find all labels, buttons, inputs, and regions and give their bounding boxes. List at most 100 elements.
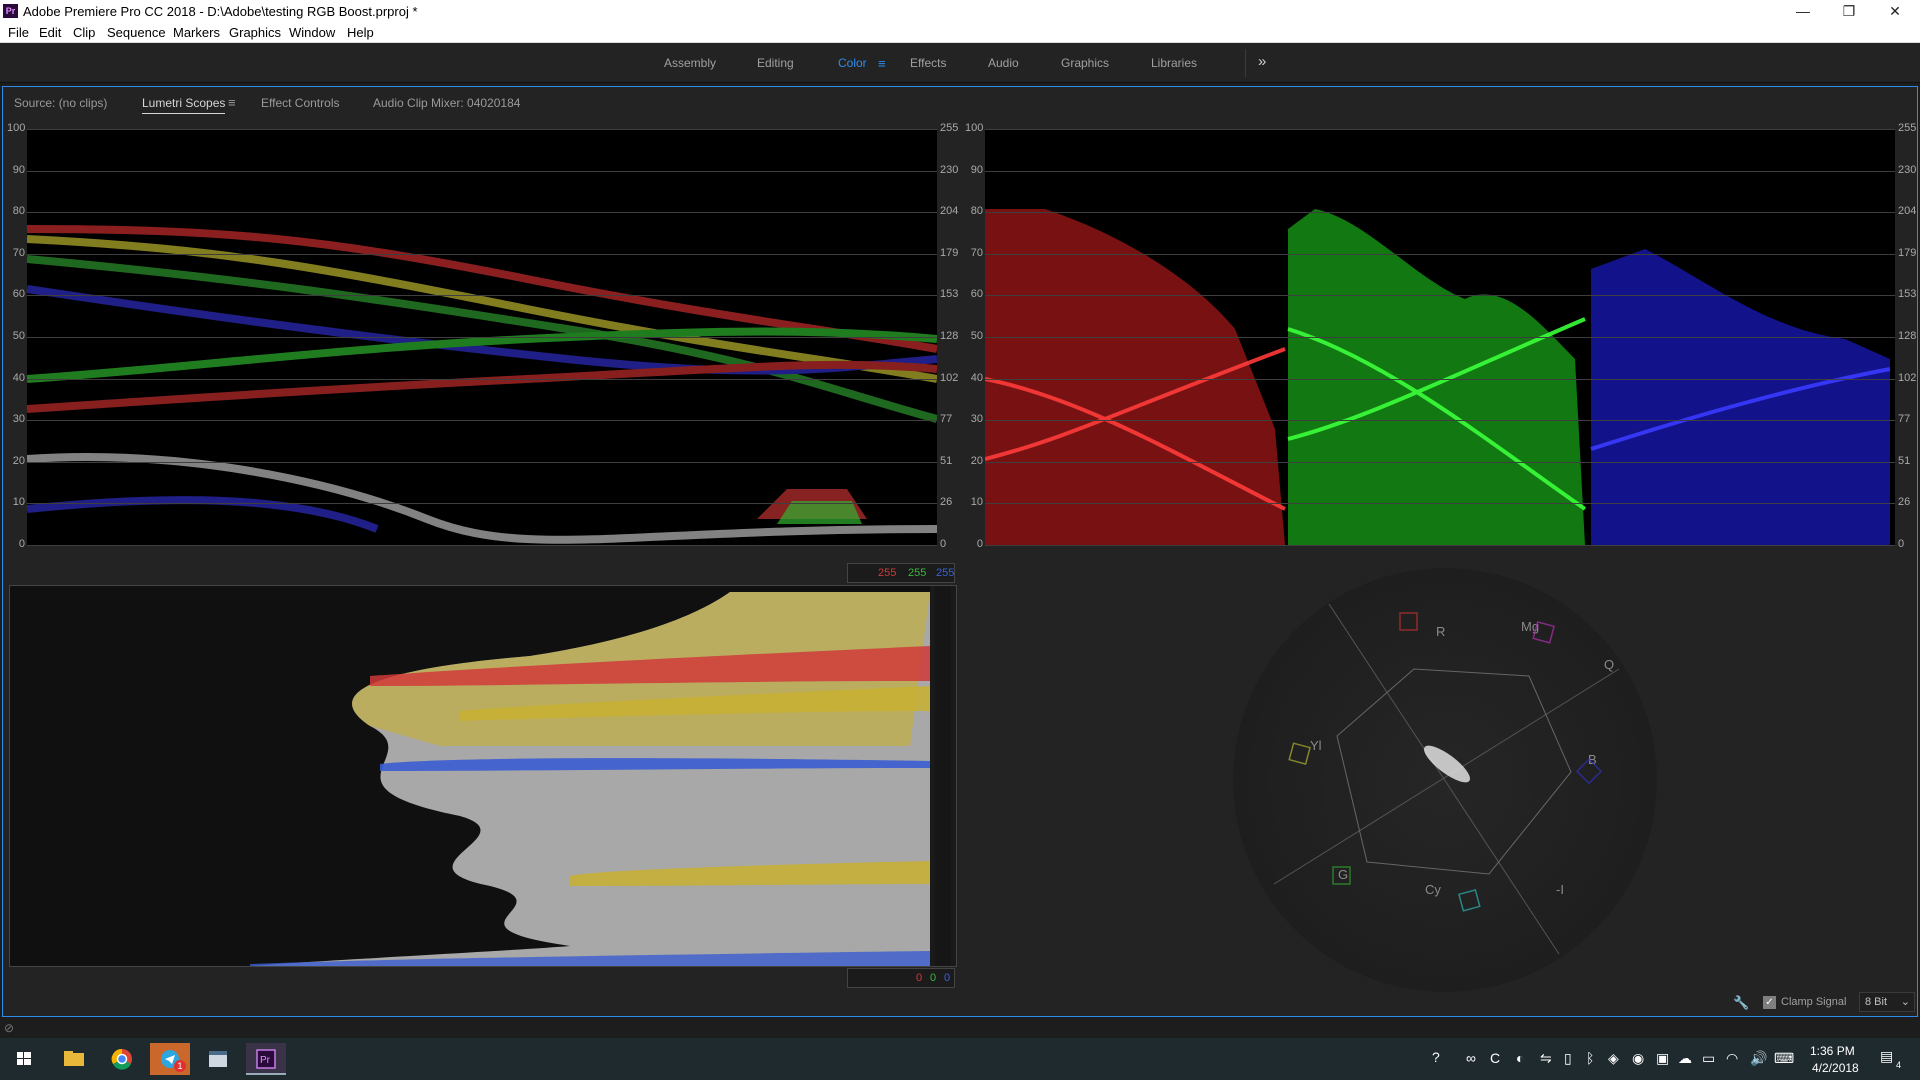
workspace-libraries[interactable]: Libraries	[1151, 56, 1197, 70]
waveform-byte-label: 0	[940, 538, 947, 550]
tab-menu-icon[interactable]: ≡	[228, 95, 236, 110]
waveform-byte-label: 102	[940, 371, 959, 384]
windows-taskbar: 1 Pr ? ∞ C ◐ ⇋ ▯ ᛒ ◈ ◉ ▣ ☁ ▭ ◠ 🔊 ⌨ 1:36 …	[0, 1038, 1920, 1080]
parade-byte-label: 230	[1898, 163, 1917, 176]
histogram-top-green: 255	[908, 567, 927, 579]
menu-bar: File Edit Clip Sequence Markers Graphics…	[0, 22, 1920, 43]
menu-graphics[interactable]: Graphics	[229, 25, 281, 40]
panel-tab-bar: Source: (no clips) Lumetri Scopes ≡ Effe…	[3, 87, 1917, 116]
wifi-icon[interactable]: ◠	[1726, 1050, 1738, 1067]
histogram-bars	[250, 592, 930, 966]
waveform-byte-label: 128	[940, 330, 959, 342]
histogram-bottom-green: 0	[930, 972, 937, 984]
workspace-color[interactable]: Color	[838, 56, 867, 70]
bit-depth-value: 8 Bit	[1865, 996, 1888, 1008]
wrench-icon[interactable]: 🔧	[1733, 995, 1749, 1011]
action-center-icon[interactable]: ▤	[1880, 1048, 1893, 1065]
vectorscope-display: R MgQB-ICyGYl	[1233, 568, 1657, 992]
waveform-byte-label: 26	[940, 496, 953, 509]
menu-window[interactable]: Window	[289, 25, 335, 40]
workspace-effects[interactable]: Effects	[910, 56, 946, 70]
parade-ire-label: 30	[970, 413, 983, 426]
tray-network-drive-icon[interactable]: ⇋	[1540, 1050, 1552, 1067]
parade-gridline	[985, 461, 1895, 463]
parade-gridline	[985, 503, 1895, 505]
premiere-taskbar-icon[interactable]: Pr	[246, 1043, 286, 1075]
parade-ire-label: 50	[970, 330, 983, 342]
bluetooth-icon[interactable]: ᛒ	[1586, 1050, 1594, 1066]
menu-markers[interactable]: Markers	[173, 25, 220, 40]
keyboard-icon[interactable]: ⌨	[1774, 1050, 1794, 1067]
battery-icon[interactable]: ▭	[1702, 1050, 1715, 1067]
vectorscope-label-cy: Cy	[1425, 882, 1441, 897]
parade-byte-label: 102	[1898, 371, 1917, 384]
telegram-icon[interactable]: 1	[150, 1043, 190, 1075]
vectorscope-label-g: G	[1338, 867, 1348, 882]
waveform-gridline	[27, 503, 937, 505]
waveform-gridline	[27, 545, 937, 546]
parade-byte-label: 26	[1898, 496, 1911, 509]
parade-byte-label: 179	[1898, 246, 1917, 259]
volume-icon[interactable]: 🔊	[1750, 1050, 1767, 1067]
status-bar: ⊘	[0, 1018, 1920, 1038]
parade-byte-label: 128	[1898, 330, 1917, 342]
ccleaner-icon[interactable]: C	[1490, 1050, 1500, 1066]
tab-lumetri-scopes[interactable]: Lumetri Scopes	[142, 96, 226, 114]
parade-byte-label: 153	[1898, 288, 1917, 301]
tray-usb-icon[interactable]: ▯	[1564, 1050, 1572, 1067]
taskbar-date[interactable]: 4/2/2018	[1812, 1061, 1859, 1075]
menu-help[interactable]: Help	[347, 25, 374, 40]
histogram-bottom-values: 0 0 0	[847, 968, 955, 988]
waveform-byte-label: 77	[940, 413, 953, 426]
waveform-ire-label: 40	[12, 371, 25, 384]
tab-source[interactable]: Source: (no clips)	[14, 96, 107, 110]
clamp-signal-checkbox[interactable]: ✓	[1763, 996, 1776, 1009]
parade-gridline	[985, 545, 1895, 546]
tray-chrome-icon[interactable]: ◉	[1632, 1050, 1644, 1067]
tray-gpu-icon[interactable]: ▣	[1656, 1050, 1669, 1067]
workspace-graphics[interactable]: Graphics	[1061, 56, 1109, 70]
waveform-ire-label: 60	[12, 288, 25, 301]
menu-edit[interactable]: Edit	[39, 25, 61, 40]
chrome-icon[interactable]	[102, 1043, 142, 1075]
waveform-ire-label: 20	[12, 454, 25, 467]
waveform-gridline	[27, 170, 937, 172]
start-button[interactable]	[4, 1043, 44, 1075]
file-explorer-icon[interactable]	[54, 1043, 94, 1075]
waveform-ire-label: 30	[12, 413, 25, 426]
tray-security-icon[interactable]: ◈	[1608, 1050, 1619, 1067]
parade-ire-label: 70	[970, 246, 983, 259]
parade-gridline	[985, 295, 1895, 297]
parade-byte-label: 204	[1898, 205, 1917, 218]
menu-clip[interactable]: Clip	[73, 25, 95, 40]
chevron-down-icon: ⌄	[1900, 996, 1910, 1008]
help-icon[interactable]: ?	[1432, 1049, 1440, 1065]
waveform-byte-label: 153	[940, 288, 959, 301]
menu-sequence[interactable]: Sequence	[107, 25, 166, 40]
minimize-button[interactable]: —	[1780, 0, 1826, 22]
menu-file[interactable]: File	[8, 25, 29, 40]
app-window-icon[interactable]	[198, 1043, 238, 1075]
svg-text:Pr: Pr	[260, 1055, 271, 1066]
workspace-editing[interactable]: Editing	[757, 56, 794, 70]
workspace-menu-icon[interactable]: ≡	[878, 56, 886, 71]
parade-ire-label: 60	[970, 288, 983, 301]
tab-audio-clip-mixer[interactable]: Audio Clip Mixer: 04020184	[373, 96, 520, 110]
restore-button[interactable]: ❐	[1826, 0, 1872, 22]
tray-app-icon[interactable]: ∞	[1466, 1050, 1476, 1066]
tab-effect-controls[interactable]: Effect Controls	[261, 96, 339, 110]
vectorscope-label-q: Q	[1604, 657, 1614, 672]
taskbar-time[interactable]: 1:36 PM	[1810, 1044, 1855, 1058]
close-button[interactable]: ✕	[1872, 0, 1918, 22]
more-workspaces-icon[interactable]: »	[1258, 53, 1266, 70]
workspace-audio[interactable]: Audio	[988, 56, 1019, 70]
onedrive-icon[interactable]: ☁	[1678, 1050, 1692, 1067]
waveform-byte-label: 179	[940, 246, 959, 259]
bit-depth-select[interactable]: 8 Bit ⌄	[1859, 992, 1915, 1012]
workspace-assembly[interactable]: Assembly	[664, 56, 716, 70]
tray-shield-icon[interactable]: ◐	[1516, 1050, 1524, 1066]
vectorscope-label-r: R	[1436, 624, 1445, 639]
histogram-bottom-blue: 0	[944, 972, 951, 984]
waveform-ire-label: 90	[12, 163, 25, 176]
waveform-ire-label: 10	[12, 496, 25, 509]
